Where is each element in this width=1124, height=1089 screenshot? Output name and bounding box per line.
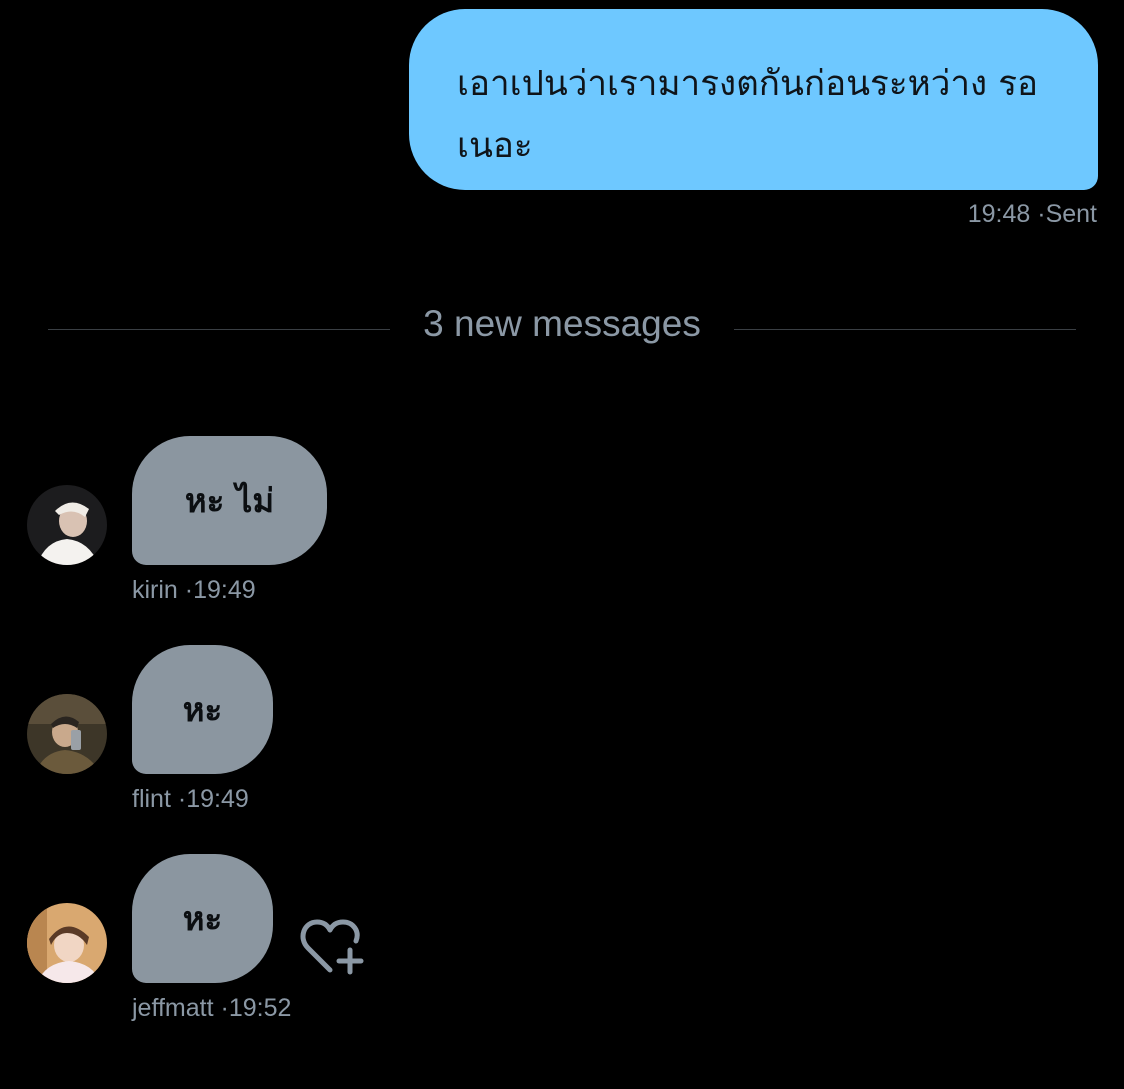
received-message-text: หะ ไม่: [184, 481, 275, 520]
received-message-text: หะ: [182, 690, 223, 729]
divider-line-left: [48, 329, 390, 330]
message-time: 19:52: [228, 994, 292, 1022]
new-messages-divider: 3 new messages: [423, 303, 701, 344]
user-avatar-photo-icon: [27, 485, 107, 565]
received-message-meta: flint ·19:49: [132, 785, 249, 814]
sent-message-time: 19:48: [967, 200, 1031, 228]
received-message-bubble[interactable]: หะ ไม่: [132, 436, 327, 565]
received-message-text: หะ: [182, 899, 223, 938]
avatar-flint[interactable]: [27, 694, 107, 774]
meta-separator: ·: [220, 994, 229, 1022]
sender-name[interactable]: kirin: [132, 576, 178, 604]
add-reaction-button[interactable]: [300, 918, 366, 976]
sent-message-bubble[interactable]: เอาเปนว่าเรามารงตกันก่อนระหว่าง รอเนอะ: [409, 9, 1098, 190]
received-message-meta: jeffmatt ·19:52: [132, 994, 291, 1023]
sent-message-status: Sent: [1045, 200, 1097, 228]
user-avatar-photo-icon: [27, 903, 107, 983]
divider-line-right: [734, 329, 1076, 330]
received-message-bubble[interactable]: หะ: [132, 645, 273, 774]
meta-separator: ·: [177, 785, 187, 813]
message-time: 19:49: [186, 785, 249, 813]
sent-message-meta: 19:48 ·Sent: [968, 200, 1097, 229]
received-message-meta: kirin ·19:49: [132, 576, 256, 605]
sent-message-text: เอาเปนว่าเรามารงตกันก่อนระหว่าง รอเนอะ: [457, 64, 1039, 166]
user-avatar-photo-icon: [27, 694, 107, 774]
avatar-jeffmatt[interactable]: [27, 903, 107, 983]
sender-name[interactable]: flint: [132, 785, 171, 813]
heart-plus-icon: [300, 919, 364, 975]
meta-separator: ·: [184, 576, 194, 604]
sender-name[interactable]: jeffmatt: [132, 994, 214, 1022]
meta-separator: ·: [1037, 200, 1046, 228]
avatar-kirin[interactable]: [27, 485, 107, 565]
received-message-bubble[interactable]: หะ: [132, 854, 273, 983]
message-time: 19:49: [193, 576, 256, 604]
